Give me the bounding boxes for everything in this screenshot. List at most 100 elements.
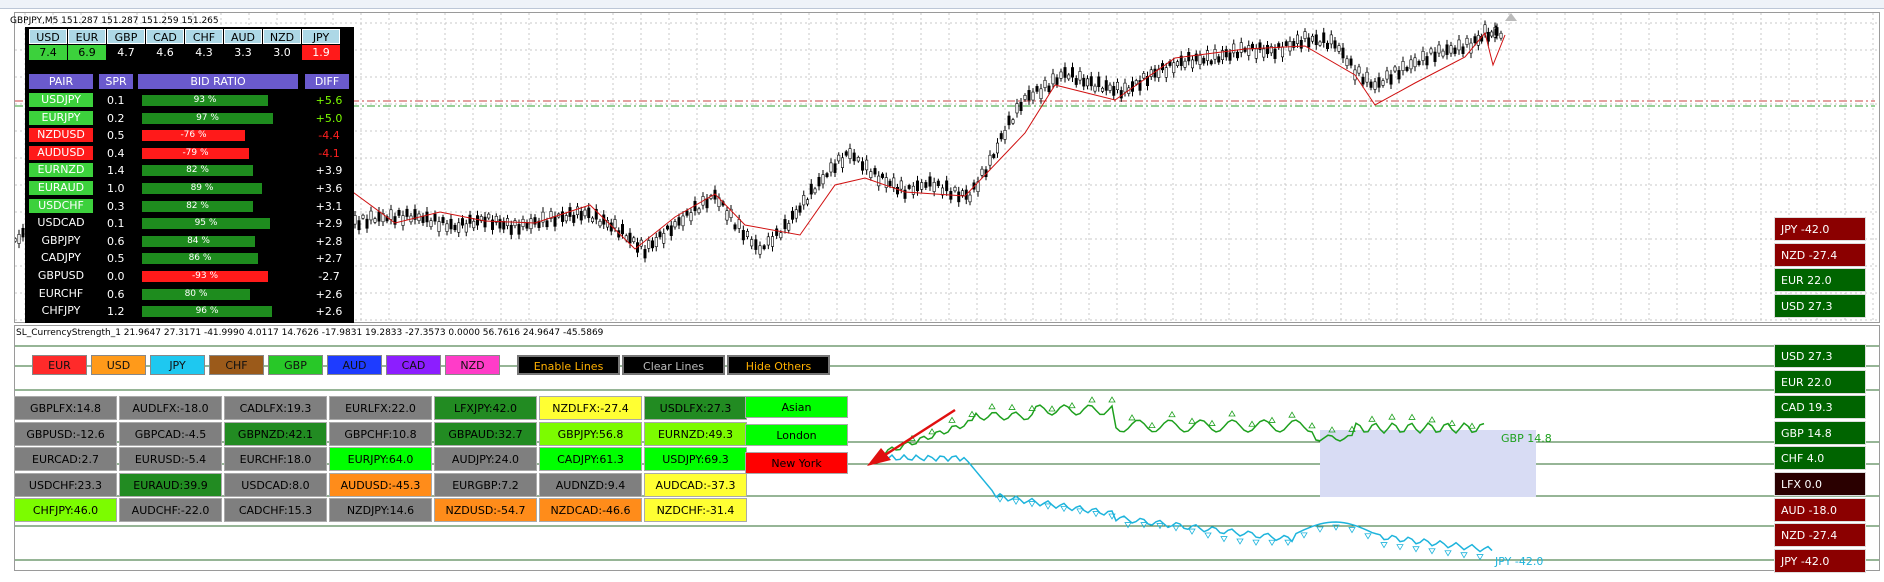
candle-body (1483, 24, 1487, 34)
candle-body (1314, 34, 1318, 46)
strength-box: JPY -42.0 (1774, 548, 1866, 573)
pair-name[interactable]: EURAUD (29, 181, 93, 195)
currency-button-cad[interactable]: CAD (386, 355, 441, 375)
jpy-down-arrow (1268, 539, 1276, 546)
hide-others-button[interactable]: Hide Others (727, 355, 830, 375)
candle-body (373, 218, 377, 223)
pair-name[interactable]: EURCHF (29, 286, 93, 301)
currency-button-nzd[interactable]: NZD (445, 355, 500, 375)
candle-body (1405, 66, 1409, 71)
session-new-york[interactable]: New York (745, 452, 848, 474)
candle-body (1019, 101, 1023, 111)
jpy-down-arrow (1204, 532, 1212, 539)
candle-body (1078, 71, 1082, 81)
pair-name[interactable]: USDCHF (29, 198, 93, 213)
pair-name[interactable]: CADJPY (29, 251, 93, 266)
jpy-down-arrow (1188, 528, 1196, 535)
jpy-down-arrow (1140, 522, 1148, 529)
candle-body (741, 230, 745, 241)
candle-body (1413, 57, 1417, 68)
pair-strength-cell: GBPCHF:10.8 (329, 421, 432, 446)
pair-header: PAIR (29, 74, 93, 89)
candle-body (1039, 88, 1043, 99)
candle-body (583, 209, 587, 217)
jpy-down-arrow (1076, 508, 1084, 515)
candle-body (1465, 37, 1469, 45)
pair-row: EURJPY 0.2 97 % +5.0 (29, 110, 351, 127)
clear-lines-button[interactable]: Clear Lines (622, 355, 725, 375)
candle-body (1003, 130, 1007, 140)
pair-spread: 0.6 (107, 234, 125, 248)
currency-button-aud[interactable]: AUD (327, 355, 382, 375)
candle-body (517, 224, 521, 235)
candle-body (837, 154, 841, 162)
currency-header-row: USD EUR GBP CAD CHF AUD NZD JPY (29, 29, 341, 44)
pair-diff: +2.6 (315, 287, 343, 301)
diff-header: DIFF (305, 74, 349, 89)
candle-body (705, 198, 709, 209)
candle-body (932, 182, 936, 192)
candle-body (1011, 119, 1015, 124)
candle-body (525, 222, 529, 229)
candle-body (460, 218, 464, 226)
session-asian[interactable]: Asian (745, 396, 848, 418)
pair-spread: 0.6 (107, 287, 125, 301)
candle-body (825, 173, 829, 177)
candle-body (681, 215, 685, 227)
currency-dashboard: USD EUR GBP CAD CHF AUD NZD JPY 7.4 6.9 4.7 4.6 4.3… (25, 27, 354, 323)
candle-body (1224, 49, 1228, 58)
pair-name[interactable]: CHFJPY (29, 304, 93, 319)
candle-body (1486, 31, 1490, 42)
pair-strength-cell: EURUSD:-5.4 (119, 447, 222, 471)
currency-button-chf[interactable]: CHF (209, 355, 264, 375)
candle-body (453, 224, 457, 231)
pair-strength-cell: NZDCAD:-46.6 (539, 498, 642, 522)
candle-body (620, 224, 624, 235)
candle-body (750, 239, 754, 247)
annotation-arrow (884, 408, 956, 457)
pair-row: GBPUSD 0.0 -93 % -2.7 (29, 268, 351, 285)
currency-button-usd[interactable]: USD (91, 355, 146, 375)
candle-body (1131, 81, 1135, 92)
candle-body (1123, 82, 1127, 93)
currency-value-row: 7.4 6.9 4.7 4.6 4.3 3.3 3.0 1.9 (29, 45, 341, 60)
candle-body (1089, 76, 1093, 87)
candle-body (865, 159, 869, 171)
candle-body (17, 234, 21, 244)
pair-strength-cell: AUDCHF:-22.0 (119, 498, 222, 522)
gbp-up-arrow (1388, 413, 1396, 420)
candle-body (1108, 84, 1112, 91)
pair-diff: -4.4 (318, 129, 340, 143)
pair-name[interactable]: EURJPY (29, 110, 93, 125)
candle-body (1385, 70, 1389, 80)
currency-button-eur[interactable]: EUR (32, 355, 87, 375)
pair-name[interactable]: USDJPY (29, 93, 93, 107)
pair-name[interactable]: AUDUSD (29, 145, 93, 160)
candle-body (1142, 73, 1146, 79)
candle-body (856, 157, 860, 162)
session-london[interactable]: London (745, 424, 848, 446)
currency-button-gbp[interactable]: GBP (268, 355, 323, 375)
candle-body (15, 238, 17, 242)
pair-name[interactable]: GBPUSD (29, 269, 93, 283)
bid-ratio-bar: 82 % (142, 200, 253, 212)
candle-body (1112, 86, 1116, 96)
pair-name[interactable]: USDCAD (29, 216, 93, 231)
pair-diff: +3.9 (315, 164, 343, 178)
candle-body (365, 218, 369, 229)
candle-body (1067, 74, 1071, 80)
currency-button-jpy[interactable]: JPY (150, 355, 205, 375)
candle-body (1441, 50, 1445, 57)
jpy-down-arrow (1380, 542, 1388, 549)
pair-name[interactable]: GBPJPY (29, 233, 93, 248)
candle-body (1191, 59, 1195, 69)
candle-body (1007, 115, 1011, 126)
bid-ratio-bar: 86 % (142, 253, 258, 265)
pair-name[interactable]: NZDUSD (29, 128, 93, 143)
currency-cell-nzd: NZD (263, 29, 301, 44)
bid-ratio-bar: -93 % (142, 271, 268, 282)
gbp-up-arrow (1088, 396, 1096, 403)
enable-lines-button[interactable]: Enable Lines (517, 355, 620, 375)
candle-body (899, 180, 903, 190)
pair-name[interactable]: EURNZD (29, 163, 93, 178)
